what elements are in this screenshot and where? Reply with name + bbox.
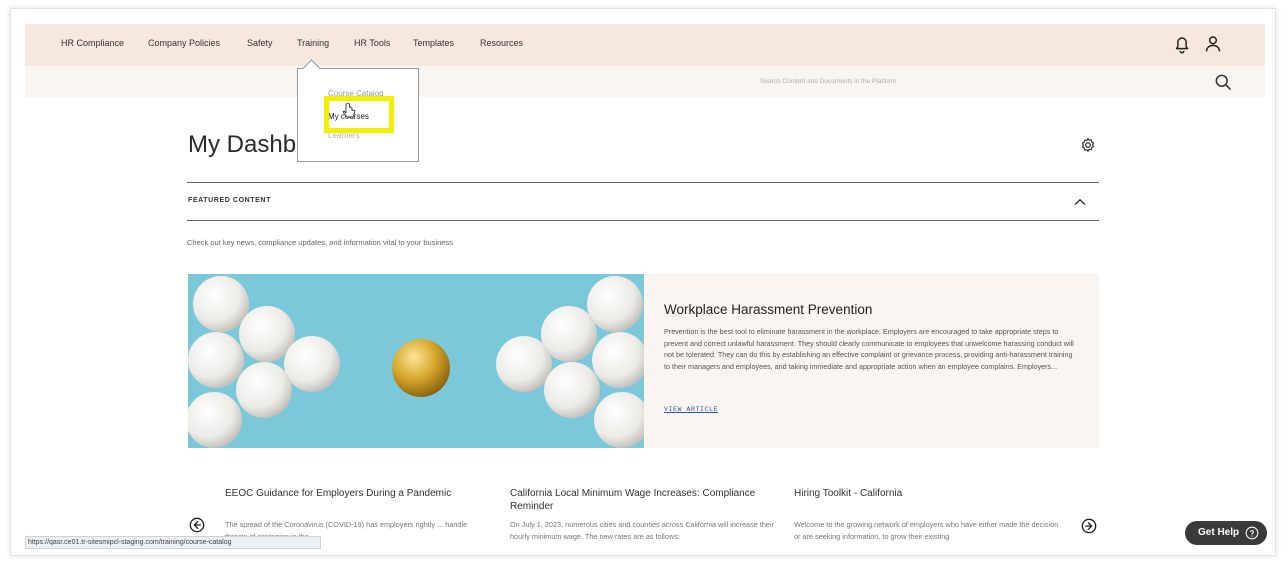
arrow-left-circle-icon[interactable] bbox=[189, 517, 205, 533]
arrow-right-circle-icon[interactable] bbox=[1081, 518, 1097, 534]
get-help-label: Get Help bbox=[1198, 527, 1240, 538]
help-circle-icon bbox=[1245, 526, 1259, 540]
nav-item-resources[interactable]: Resources bbox=[480, 38, 523, 48]
get-help-button[interactable]: Get Help bbox=[1185, 521, 1267, 545]
featured-content-header[interactable]: FEATURED CONTENT bbox=[187, 182, 1099, 221]
search-bar: Search Content and Documents in the Plat… bbox=[25, 66, 1265, 97]
card-title[interactable]: California Local Minimum Wage Increases:… bbox=[510, 487, 780, 513]
bell-icon[interactable] bbox=[1171, 33, 1193, 55]
top-navigation: HR Compliance Company Policies Safety Tr… bbox=[25, 24, 1265, 66]
nav-item-templates[interactable]: Templates bbox=[413, 38, 454, 48]
nav-item-training[interactable]: Training bbox=[297, 38, 329, 48]
status-bar-url: https://qasr.ce01.tr-sitesmipcl-staging.… bbox=[25, 536, 321, 549]
card-summary: Welcome to the growing network of employ… bbox=[794, 520, 1059, 541]
view-article-link[interactable]: VIEW ARTICLE bbox=[664, 406, 718, 413]
user-icon[interactable] bbox=[1202, 33, 1224, 55]
nav-item-company-policies[interactable]: Company Policies bbox=[148, 38, 220, 48]
page-title: My Dashb bbox=[188, 131, 297, 158]
gear-icon[interactable] bbox=[1079, 136, 1097, 154]
article-summary: Prevention is the best tool to eliminate… bbox=[664, 327, 1074, 371]
featured-description: Check out key news, compliance updates, … bbox=[187, 238, 453, 247]
search-input[interactable]: Search Content and Documents in the Plat… bbox=[760, 78, 896, 85]
nav-item-safety[interactable]: Safety bbox=[247, 38, 273, 48]
card-title[interactable]: Hiring Toolkit - California bbox=[794, 487, 1064, 500]
featured-content-label: FEATURED CONTENT bbox=[188, 197, 271, 204]
chevron-up-icon[interactable] bbox=[1071, 193, 1089, 211]
nav-item-hr-tools[interactable]: HR Tools bbox=[354, 38, 390, 48]
content-card[interactable]: Hiring Toolkit - California Welcome to t… bbox=[794, 487, 1064, 541]
card-summary: On July 1, 2023, numerous cities and cou… bbox=[510, 520, 775, 541]
hand-cursor-icon bbox=[342, 103, 356, 118]
content-card[interactable]: EEOC Guidance for Employers During a Pan… bbox=[225, 487, 495, 541]
article-title[interactable]: Workplace Harassment Prevention bbox=[664, 302, 872, 317]
featured-article-card: Workplace Harassment Prevention Preventi… bbox=[644, 274, 1099, 448]
browser-viewport: HR Compliance Company Policies Safety Tr… bbox=[10, 8, 1276, 556]
nav-item-hr-compliance[interactable]: HR Compliance bbox=[61, 38, 124, 48]
hero-image[interactable] bbox=[188, 274, 644, 448]
my-courses-highlight-box bbox=[324, 96, 394, 133]
card-title[interactable]: EEOC Guidance for Employers During a Pan… bbox=[225, 487, 495, 500]
content-card[interactable]: California Local Minimum Wage Increases:… bbox=[510, 487, 780, 541]
search-icon[interactable] bbox=[1213, 72, 1233, 92]
golden-ball-illustration bbox=[188, 276, 644, 448]
